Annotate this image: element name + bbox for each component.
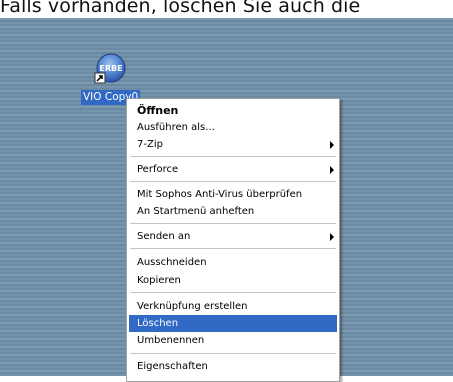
menu-item-label: Mit Sophos Anti-Virus überprüfen (137, 189, 303, 200)
menu-item-label: Ausschneiden (137, 257, 207, 268)
menu-item-create-shortcut[interactable]: Verknüpfung erstellen (129, 298, 337, 315)
menu-item-properties[interactable]: Eigenschaften (129, 358, 337, 375)
menu-separator (130, 156, 336, 157)
document-caption: Falls vorhanden, löschen Sie auch die (0, 0, 361, 17)
menu-item-rename[interactable]: Umbenennen (129, 332, 337, 349)
menu-item-pin-start[interactable]: An Startmenü anheften (129, 203, 337, 220)
menu-item-perforce[interactable]: Perforce (129, 161, 337, 178)
menu-item-delete[interactable]: Löschen (129, 315, 337, 332)
erbe-shortcut-icon[interactable]: ERBE (93, 53, 127, 87)
erbe-logo-icon: ERBE (94, 53, 126, 84)
menu-item-label: Senden an (137, 231, 191, 242)
shortcut-arrow-icon (94, 72, 106, 84)
menu-item-label: Ausführen als... (137, 122, 215, 133)
menu-item-label: Öffnen (137, 104, 179, 117)
menu-item-label: Umbenennen (137, 335, 205, 346)
erbe-logo-text: ERBE (99, 64, 122, 73)
menu-separator (130, 181, 336, 182)
menu-item-sophos-scan[interactable]: Mit Sophos Anti-Virus überprüfen (129, 186, 337, 203)
menu-item-send-to[interactable]: Senden an (129, 228, 337, 245)
submenu-arrow-icon (330, 166, 334, 174)
submenu-arrow-icon (330, 141, 334, 149)
menu-item-7zip[interactable]: 7-Zip (129, 136, 337, 153)
menu-separator (130, 353, 336, 354)
menu-separator (130, 223, 336, 224)
menu-separator (130, 248, 336, 249)
menu-item-label: An Startmenü anheften (137, 206, 255, 217)
menu-item-open[interactable]: Öffnen (129, 102, 337, 119)
menu-item-label: 7-Zip (137, 139, 163, 150)
menu-item-label: Kopieren (137, 275, 181, 286)
menu-item-copy[interactable]: Kopieren (129, 272, 337, 289)
menu-item-run-as[interactable]: Ausführen als... (129, 119, 337, 136)
menu-item-label: Verknüpfung erstellen (137, 301, 248, 312)
submenu-arrow-icon (330, 233, 334, 241)
menu-separator (130, 292, 336, 293)
menu-item-cut[interactable]: Ausschneiden (129, 254, 337, 271)
menu-item-label: Löschen (137, 318, 179, 329)
desktop[interactable]: ERBE VIO Copy0 Öffnen Ausführen als... 7… (0, 18, 453, 382)
menu-item-label: Eigenschaften (137, 361, 208, 372)
context-menu: Öffnen Ausführen als... 7-Zip Perforce M… (126, 98, 340, 382)
menu-item-label: Perforce (137, 164, 179, 175)
